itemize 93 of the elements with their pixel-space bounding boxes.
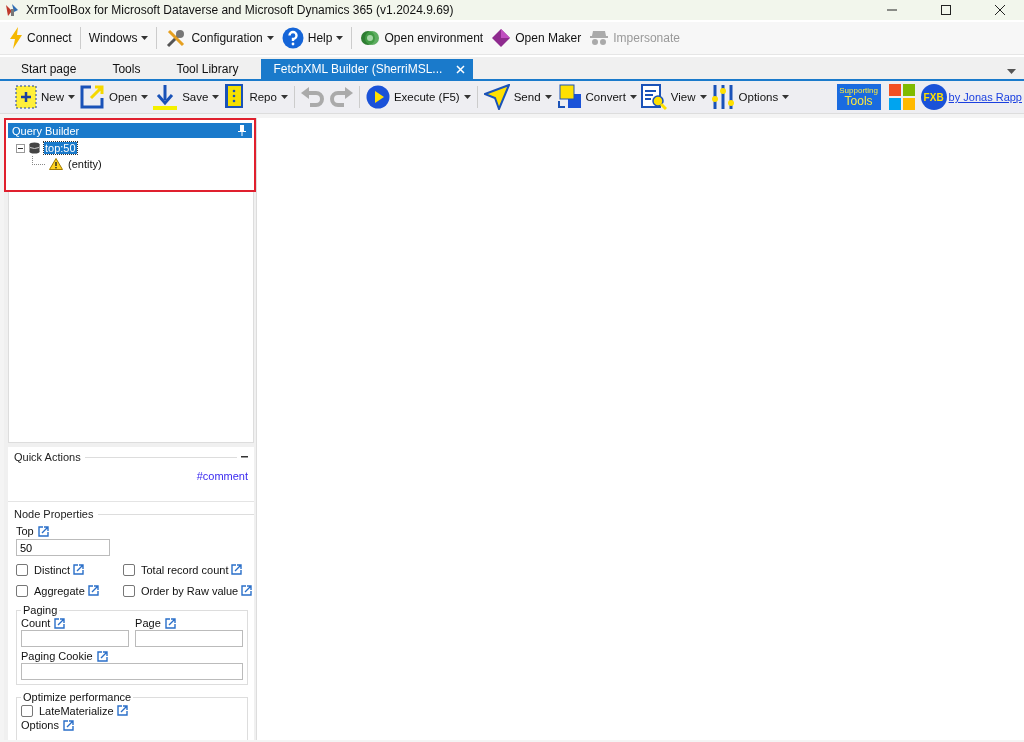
lightning-icon [9,27,23,49]
group-title: Paging [22,604,59,616]
checkbox[interactable] [16,584,28,597]
checkbox-label: Aggregate [34,584,85,597]
caret-icon [544,95,552,99]
top-field[interactable]: 50 [16,539,110,556]
toolbar-button[interactable]: View [639,83,708,111]
window-title: XrmToolBox for Microsoft Dataverse and Microsoft Dynamics 365 (v1.2024.9.69) [26,3,454,17]
collapse-icon[interactable] [16,143,25,153]
group-title: Optimize performance [22,691,133,703]
toolbar-button[interactable]: Convert [554,83,638,111]
checkbox[interactable] [123,584,135,597]
spy-icon [589,30,610,46]
toolbar-button[interactable]: New [14,84,76,110]
external-link-icon[interactable] [231,564,243,575]
external-link-icon[interactable] [241,585,253,596]
checkbox-label: Order by Raw value [141,584,239,597]
menu-item[interactable]: Open Maker [488,26,585,50]
tab[interactable]: FetchXML Builder (SherriMSL... [261,59,474,79]
caret-icon [266,36,274,40]
menu-item[interactable]: Connect [6,25,75,51]
toolbar-button[interactable]: Open [78,83,150,111]
field-label: Options [21,719,59,731]
sliders-icon [710,84,735,110]
external-link-icon[interactable] [96,650,108,662]
checkbox[interactable] [16,563,28,576]
caret-icon [280,95,288,99]
open-icon [79,84,105,110]
toolbar-button[interactable]: Execute (F5) [364,84,472,110]
input-field[interactable] [21,630,130,647]
checkbox[interactable] [123,563,135,576]
caret-icon [782,95,790,99]
input-field[interactable] [21,663,244,680]
diamond-icon [491,28,512,48]
external-link-icon[interactable] [62,719,74,731]
new-file-icon [15,85,37,109]
field-label: Top [16,525,34,537]
external-link-icon[interactable] [73,564,85,575]
help-icon [281,27,304,49]
pin-icon[interactable] [238,125,246,136]
toolbar-button[interactable]: Send [482,83,553,111]
menu-item[interactable]: Open environment [357,26,487,50]
maximize-icon[interactable] [940,4,952,16]
caret-icon [336,36,344,40]
input-field[interactable] [135,630,244,647]
tab[interactable]: Start page [8,59,90,79]
supporting-tools-button[interactable]: Supporting Tools [836,84,881,110]
caret-icon [463,95,471,99]
caret-icon [629,95,637,99]
checkbox[interactable] [21,704,33,717]
panel-title: Query Builder [12,124,80,137]
author-link[interactable]: by Jonas Rapp [948,91,1022,103]
fxb-logo[interactable]: FXB [920,84,947,110]
download-icon [152,84,179,110]
tab[interactable]: Tool Library [163,59,252,79]
convert-icon [555,84,582,110]
external-link-icon[interactable] [37,525,49,537]
tab[interactable]: Tools [99,59,154,79]
caret-icon [141,36,149,40]
external-link-icon[interactable] [164,617,176,629]
section-title: Quick Actions [14,451,81,463]
tree-node[interactable]: top:50 [44,142,77,154]
external-link-icon[interactable] [54,617,66,629]
document-search-icon [640,84,667,110]
caret-icon [68,95,75,99]
database-icon [29,142,40,154]
field-label: Count [21,617,51,629]
external-link-icon[interactable] [87,585,99,596]
comment-link[interactable]: #comment [196,470,248,482]
caret-icon[interactable] [1007,69,1016,74]
checkbox-label: Distinct [34,563,71,576]
book-icon [223,83,246,111]
paper-plane-icon [483,84,510,110]
field-label: Page [135,617,161,629]
menu-item[interactable]: Configuration [162,25,277,51]
caret-icon [212,95,220,99]
tree-node[interactable]: (entity) [67,158,103,170]
field-label: Paging Cookie [21,650,93,662]
section-title: Node Properties [14,508,94,520]
toolbar-button[interactable]: Options [709,83,791,111]
windows-logo-icon[interactable] [888,84,915,110]
external-link-icon[interactable] [116,705,128,716]
caret-icon [141,95,149,99]
app-logo-icon [4,2,20,18]
menu-item[interactable]: Windows [85,29,152,47]
close-icon[interactable] [994,4,1006,16]
caret-icon [699,95,707,99]
checkbox-label: LateMaterialize [39,704,114,717]
toolbar-button[interactable]: Repo [222,82,289,112]
menu-item[interactable]: Help [278,25,347,51]
checkbox-label: Total record count [141,563,229,576]
toolbar-button[interactable]: Save [151,83,221,111]
play-icon [365,85,390,109]
